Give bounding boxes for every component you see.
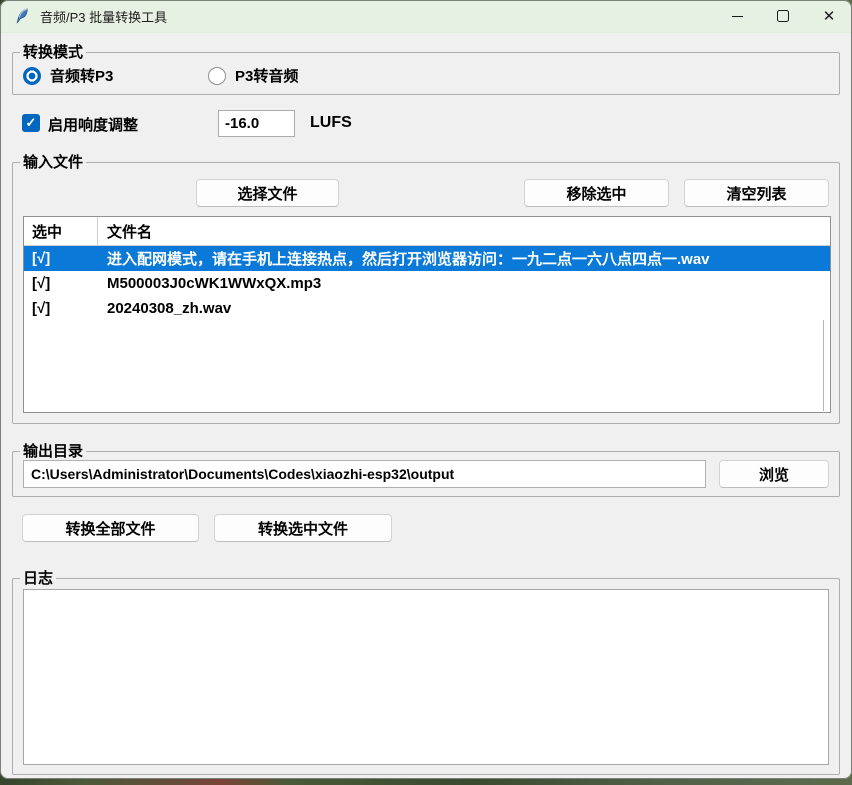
browse-button[interactable]: 浏览 <box>719 460 829 488</box>
scrollbar-track-edge <box>823 320 824 411</box>
file-table: 选中 文件名 [√] 进入配网模式，请在手机上连接热点，然后打开浏览器访问：一九… <box>23 216 831 413</box>
radio-label: 音频转P3 <box>50 65 113 86</box>
mode-groupbox: 转换模式 音频转P3 P3转音频 <box>12 52 840 95</box>
mode-group-title: 转换模式 <box>20 43 86 62</box>
lufs-unit-label: LUFS <box>310 114 352 132</box>
convert-all-button[interactable]: 转换全部文件 <box>22 514 199 542</box>
table-row[interactable]: [√] 进入配网模式，请在手机上连接热点，然后打开浏览器访问：一九二点一六八点四… <box>24 246 830 271</box>
row-filename: 20240308_zh.wav <box>97 300 231 317</box>
close-icon: ✕ <box>823 9 836 24</box>
loudness-row: ✓ 启用响度调整 LUFS <box>22 110 828 137</box>
row-checkmark: [√] <box>24 275 97 292</box>
tk-feather-icon <box>14 8 30 25</box>
row-filename: M500003J0cWK1WWxQX.mp3 <box>97 275 321 292</box>
loudness-checkbox-label: 启用响度调整 <box>48 114 138 135</box>
output-group-title: 输出目录 <box>20 442 86 461</box>
file-table-header: 选中 文件名 <box>24 217 830 246</box>
input-files-groupbox: 输入文件 选择文件 移除选中 清空列表 选中 文件名 [√] 进入配网模式，请在… <box>12 162 840 424</box>
radio-label: P3转音频 <box>235 65 298 86</box>
header-filename[interactable]: 文件名 <box>97 221 152 242</box>
table-row[interactable]: [√] M500003J0cWK1WWxQX.mp3 <box>24 271 830 296</box>
minimize-button[interactable] <box>714 0 760 32</box>
app-window: 音频/P3 批量转换工具 ✕ 转换模式 音频转P3 P3转音频 ✓ 启用响度调整… <box>0 0 852 779</box>
log-group-title: 日志 <box>20 569 56 588</box>
radio-selected-icon <box>23 67 41 85</box>
window-title: 音频/P3 批量转换工具 <box>40 7 167 26</box>
minimize-icon <box>732 16 743 17</box>
row-checkmark: [√] <box>24 300 97 317</box>
log-textarea[interactable] <box>23 589 829 765</box>
radio-audio-to-p3[interactable]: 音频转P3 <box>23 65 113 86</box>
select-files-button[interactable]: 选择文件 <box>196 179 339 207</box>
clear-list-button[interactable]: 清空列表 <box>684 179 829 207</box>
convert-selected-button[interactable]: 转换选中文件 <box>214 514 392 542</box>
row-checkmark: [√] <box>24 250 97 267</box>
lufs-value-input[interactable] <box>218 110 295 137</box>
row-filename: 进入配网模式，请在手机上连接热点，然后打开浏览器访问：一九二点一六八点四点一.w… <box>97 248 710 269</box>
header-checked[interactable]: 选中 <box>24 221 97 242</box>
checkmark-icon: ✓ <box>26 115 37 131</box>
input-group-title: 输入文件 <box>20 153 86 172</box>
output-path-input[interactable] <box>23 460 706 488</box>
loudness-checkbox[interactable]: ✓ <box>22 114 40 132</box>
output-dir-groupbox: 输出目录 浏览 <box>12 451 840 497</box>
table-row[interactable]: [√] 20240308_zh.wav <box>24 296 830 321</box>
titlebar: 音频/P3 批量转换工具 ✕ <box>0 0 852 33</box>
window-controls: ✕ <box>714 0 852 32</box>
maximize-icon <box>777 10 789 22</box>
close-button[interactable]: ✕ <box>806 0 852 32</box>
radio-unselected-icon <box>208 67 226 85</box>
log-groupbox: 日志 <box>12 578 840 775</box>
maximize-button[interactable] <box>760 0 806 32</box>
column-divider <box>97 217 98 245</box>
radio-p3-to-audio[interactable]: P3转音频 <box>208 65 298 86</box>
remove-selected-button[interactable]: 移除选中 <box>524 179 669 207</box>
